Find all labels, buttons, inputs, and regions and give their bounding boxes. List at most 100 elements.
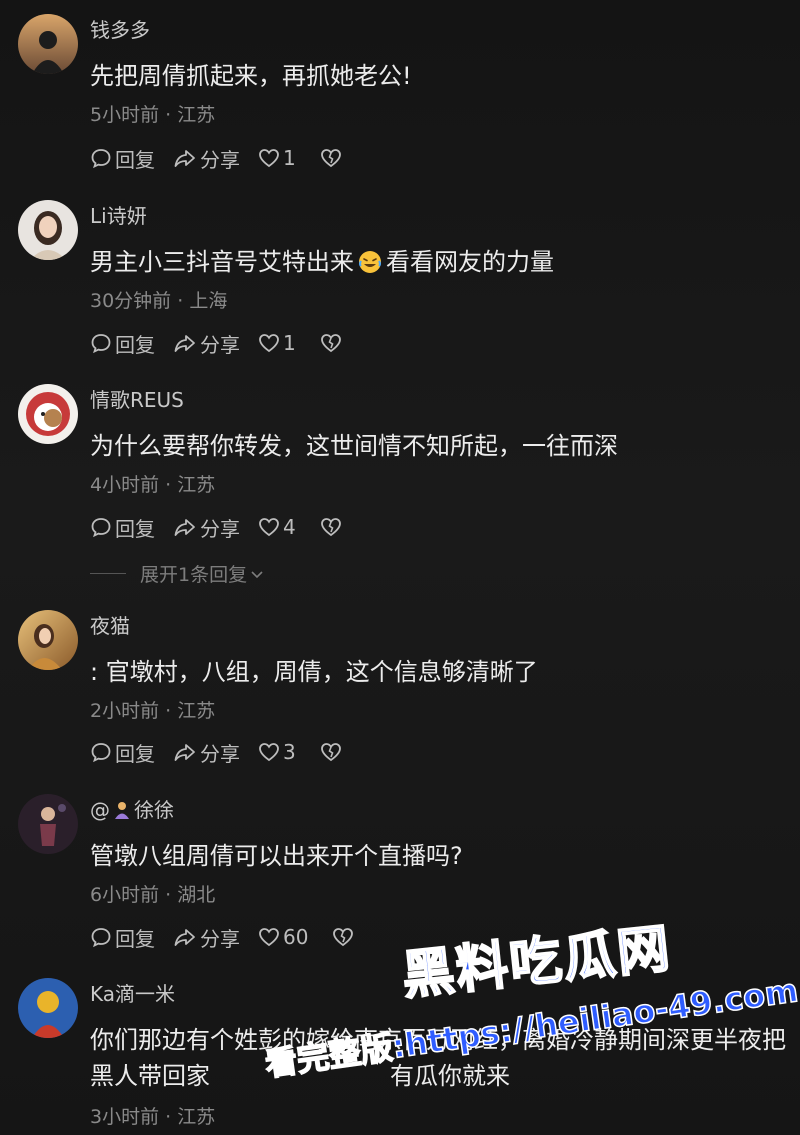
- like-button[interactable]: 3: [258, 740, 296, 764]
- avatar[interactable]: [18, 14, 78, 74]
- meta-separator: ·: [165, 884, 172, 906]
- comment-meta: 2小时前 · 江苏: [90, 696, 215, 723]
- dislike-button[interactable]: [320, 741, 345, 763]
- like-button[interactable]: 4: [258, 515, 296, 539]
- comment-text-part: 有瓜你就来: [390, 1062, 510, 1090]
- username[interactable]: Li诗妍: [90, 200, 147, 229]
- share-label: 分享: [200, 926, 240, 951]
- reply-button[interactable]: 回复: [90, 513, 155, 542]
- share-icon: [174, 744, 195, 761]
- heart-icon: [259, 743, 279, 762]
- like-button[interactable]: 60: [258, 925, 308, 949]
- comment-location: 江苏: [177, 474, 216, 496]
- heart-icon: [259, 334, 279, 353]
- comment-location: 江苏: [177, 104, 216, 126]
- username[interactable]: 钱多多: [90, 14, 150, 43]
- comment-time: 6小时前: [90, 884, 160, 906]
- broken-heart-icon: [320, 743, 341, 762]
- heart-icon: [259, 928, 279, 947]
- dislike-button[interactable]: [320, 147, 345, 169]
- reply-button[interactable]: 回复: [90, 329, 155, 358]
- share-button[interactable]: 分享: [173, 923, 240, 952]
- comment-actions: 回复 分享 60: [90, 922, 375, 952]
- share-label: 分享: [200, 516, 240, 541]
- comment-time: 5小时前: [90, 104, 160, 126]
- like-count: 4: [283, 515, 296, 539]
- like-count: 1: [283, 146, 296, 170]
- comment-meta: 5小时前 · 江苏: [90, 100, 215, 127]
- comment-meta: 4小时前 · 江苏: [90, 470, 215, 497]
- expand-replies-label: 展开1条回复: [140, 564, 248, 586]
- reply-button[interactable]: 回复: [90, 144, 155, 173]
- reply-button[interactable]: 回复: [90, 738, 155, 767]
- expand-replies-button[interactable]: 展开1条回复: [90, 560, 265, 587]
- comment-actions: 回复 分享 1: [90, 328, 363, 358]
- username-text: 徐徐: [134, 798, 174, 822]
- comment-meta: 3小时前 · 江苏: [90, 1102, 215, 1129]
- comment-actions: 回复 分享 4: [90, 512, 363, 542]
- comment-text: 男主小三抖音号艾特出来 看看网友的力量: [90, 244, 790, 280]
- username[interactable]: Ka滴一米: [90, 978, 175, 1007]
- share-icon: [174, 335, 195, 352]
- reply-label: 回复: [115, 332, 155, 357]
- comment-text: : 官墩村，八组，周倩，这个信息够清晰了: [90, 658, 538, 686]
- avatar[interactable]: [18, 610, 78, 670]
- meta-separator: ·: [165, 474, 172, 496]
- avatar[interactable]: [18, 978, 78, 1038]
- like-count: 3: [283, 740, 296, 764]
- comment-meta: 30分钟前 · 上海: [90, 286, 227, 313]
- share-label: 分享: [200, 741, 240, 766]
- like-button[interactable]: 1: [258, 331, 296, 355]
- reply-label: 回复: [115, 741, 155, 766]
- comment-list: 钱多多 先把周倩抓起来，再抓她老公! 5小时前 · 江苏 回复 分享 1 Li诗…: [0, 0, 800, 1135]
- meta-separator: ·: [165, 1106, 172, 1128]
- comment-text: 为什么要帮你转发，这世间情不知所起，一往而深: [90, 432, 618, 460]
- reply-label: 回复: [115, 516, 155, 541]
- like-count: 60: [283, 925, 309, 949]
- reply-icon: [91, 334, 111, 354]
- comment-time: 2小时前: [90, 700, 160, 722]
- comment-time: 4小时前: [90, 474, 160, 496]
- username[interactable]: 情歌REUS: [90, 384, 184, 413]
- dislike-button[interactable]: [320, 332, 345, 354]
- username[interactable]: 夜猫: [90, 610, 130, 639]
- avatar[interactable]: [18, 200, 78, 260]
- dislike-button[interactable]: [320, 516, 345, 538]
- comment-time: 3小时前: [90, 1106, 160, 1128]
- chevron-down-icon: [251, 570, 263, 578]
- share-button[interactable]: 分享: [173, 513, 240, 542]
- comment-actions: 回复 分享 3: [90, 737, 363, 767]
- like-button[interactable]: 1: [258, 146, 296, 170]
- heart-icon: [259, 518, 279, 537]
- dislike-button[interactable]: [332, 926, 357, 948]
- comment-meta: 6小时前 · 湖北: [90, 880, 215, 907]
- comment-text: 先把周倩抓起来，再抓她老公!: [90, 62, 412, 90]
- comment-text-part: 男主小三抖音号艾特出来: [90, 248, 354, 276]
- avatar[interactable]: [18, 794, 78, 854]
- broken-heart-icon: [320, 149, 341, 168]
- broken-heart-icon: [320, 334, 341, 353]
- comment-text-part: 看看网友的力量: [386, 248, 554, 276]
- person-emoji-icon: [115, 802, 129, 819]
- reply-icon: [91, 928, 111, 948]
- comment-location: 江苏: [177, 700, 216, 722]
- reply-icon: [91, 518, 111, 538]
- share-label: 分享: [200, 332, 240, 357]
- share-button[interactable]: 分享: [173, 144, 240, 173]
- share-button[interactable]: 分享: [173, 738, 240, 767]
- username[interactable]: @ 徐徐: [90, 794, 174, 823]
- share-icon: [174, 150, 195, 167]
- broken-heart-icon: [333, 928, 354, 947]
- share-button[interactable]: 分享: [173, 329, 240, 358]
- avatar[interactable]: [18, 384, 78, 444]
- comment-location: 上海: [189, 290, 228, 312]
- divider: [90, 573, 126, 574]
- like-count: 1: [283, 331, 296, 355]
- share-label: 分享: [200, 147, 240, 172]
- share-icon: [174, 519, 195, 536]
- comment-location: 湖北: [177, 884, 216, 906]
- reply-button[interactable]: 回复: [90, 923, 155, 952]
- heart-icon: [259, 149, 279, 168]
- username-prefix: @: [90, 798, 110, 822]
- meta-separator: ·: [177, 290, 184, 312]
